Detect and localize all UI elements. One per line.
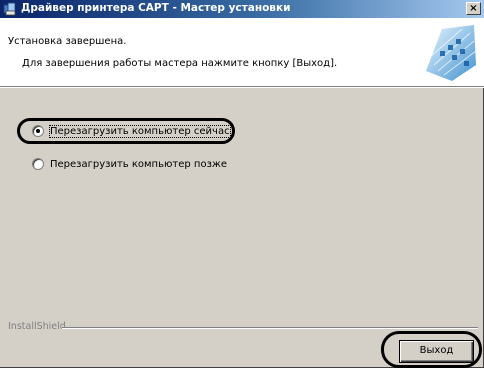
installer-window: Драйвер принтера CAPT - Мастер установки… — [0, 0, 484, 368]
radio-checked-icon[interactable] — [32, 125, 44, 137]
radio-restart-now-label[interactable]: Перезагрузить компьютер сейчас — [49, 124, 231, 138]
radio-restart-now[interactable]: Перезагрузить компьютер сейчас — [32, 124, 231, 138]
window-title: Драйвер принтера CAPT - Мастер установки — [21, 2, 291, 14]
header-divider-highlight — [0, 87, 484, 88]
wizard-header: Установка завершена. Для завершения рабо… — [0, 18, 484, 86]
radio-unchecked-icon[interactable] — [32, 158, 44, 170]
radio-restart-later-label[interactable]: Перезагрузить компьютер позже — [50, 159, 227, 170]
close-icon: × — [469, 3, 478, 14]
radio-restart-later[interactable]: Перезагрузить компьютер позже — [32, 157, 227, 171]
close-button[interactable]: × — [466, 2, 481, 15]
header-description: Для завершения работы мастера нажмите кн… — [22, 58, 338, 69]
footer-divider-highlight — [62, 328, 478, 329]
header-title: Установка завершена. — [8, 36, 127, 47]
installshield-brand: InstallShield — [8, 321, 66, 332]
installer-graphic-icon — [426, 25, 477, 81]
exit-button[interactable]: Выход — [399, 340, 474, 363]
title-bar[interactable]: Драйвер принтера CAPT - Мастер установки… — [0, 0, 484, 18]
exit-button-label: Выход — [419, 345, 454, 356]
installer-icon — [3, 2, 16, 16]
